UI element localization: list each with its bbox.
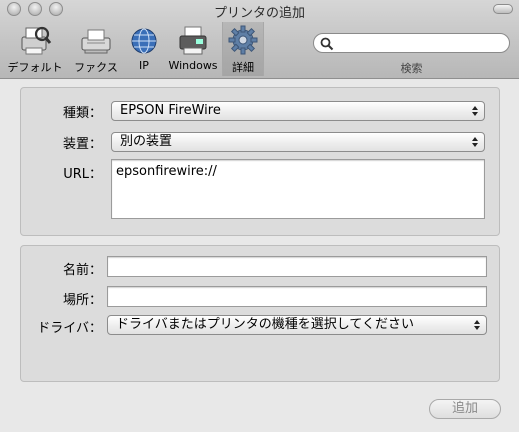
updown-arrows-icon bbox=[472, 106, 478, 116]
type-label: 種類： bbox=[62, 106, 102, 121]
add-printer-window: プリンタの追加 デフォルト ファクス IP Windows 詳細 検索 種類： … bbox=[0, 0, 519, 432]
name-field[interactable] bbox=[107, 256, 487, 277]
toolbar-windows-label: Windows bbox=[168, 59, 218, 72]
fax-icon bbox=[70, 22, 122, 56]
toolbar-default-label: デフォルト bbox=[7, 61, 63, 74]
toolbar-toggle-button[interactable] bbox=[493, 4, 513, 14]
location-label: 場所： bbox=[62, 293, 102, 308]
device-label: 装置： bbox=[62, 137, 102, 152]
type-value: EPSON FireWire bbox=[120, 103, 221, 118]
toolbar-default-button[interactable]: デフォルト bbox=[4, 22, 66, 76]
toolbar-fax-label: ファクス bbox=[74, 61, 118, 74]
search-label: 検索 bbox=[400, 62, 423, 75]
driver-popup[interactable]: ドライバまたはプリンタの機種を選択してください bbox=[107, 315, 487, 335]
ip-globe-icon bbox=[126, 22, 162, 56]
device-value: 別の装置 bbox=[120, 134, 173, 149]
location-field[interactable] bbox=[107, 286, 487, 307]
toolbar-ip-button[interactable]: IP bbox=[126, 22, 162, 76]
gear-icon bbox=[223, 22, 263, 56]
type-popup[interactable]: EPSON FireWire bbox=[111, 101, 485, 121]
search-field[interactable] bbox=[313, 33, 510, 53]
url-field[interactable]: epsonfirewire:// bbox=[111, 159, 485, 219]
default-browser-icon bbox=[4, 22, 66, 56]
add-button[interactable]: 追加 bbox=[429, 399, 501, 419]
driver-label: ドライバ： bbox=[37, 321, 102, 336]
toolbar-ip-label: IP bbox=[139, 59, 149, 72]
toolbar-windows-button[interactable]: Windows bbox=[166, 22, 220, 76]
url-label: URL： bbox=[63, 167, 102, 182]
window-title: プリンタの追加 bbox=[213, 6, 305, 21]
toolbar-advanced-label: 詳細 bbox=[232, 61, 254, 74]
search-icon bbox=[320, 37, 334, 51]
driver-value: ドライバまたはプリンタの機種を選択してください bbox=[116, 317, 414, 332]
name-label: 名前： bbox=[62, 263, 102, 278]
windows-printer-icon bbox=[166, 22, 220, 56]
url-value: epsonfirewire:// bbox=[116, 164, 217, 179]
updown-arrows-icon bbox=[472, 137, 478, 147]
updown-arrows-icon bbox=[474, 320, 480, 330]
toolbar-fax-button[interactable]: ファクス bbox=[70, 22, 122, 76]
toolbar: プリンタの追加 デフォルト ファクス IP Windows 詳細 検索 bbox=[0, 0, 519, 79]
device-popup[interactable]: 別の装置 bbox=[111, 132, 485, 152]
toolbar-advanced-button[interactable]: 詳細 bbox=[222, 22, 264, 76]
